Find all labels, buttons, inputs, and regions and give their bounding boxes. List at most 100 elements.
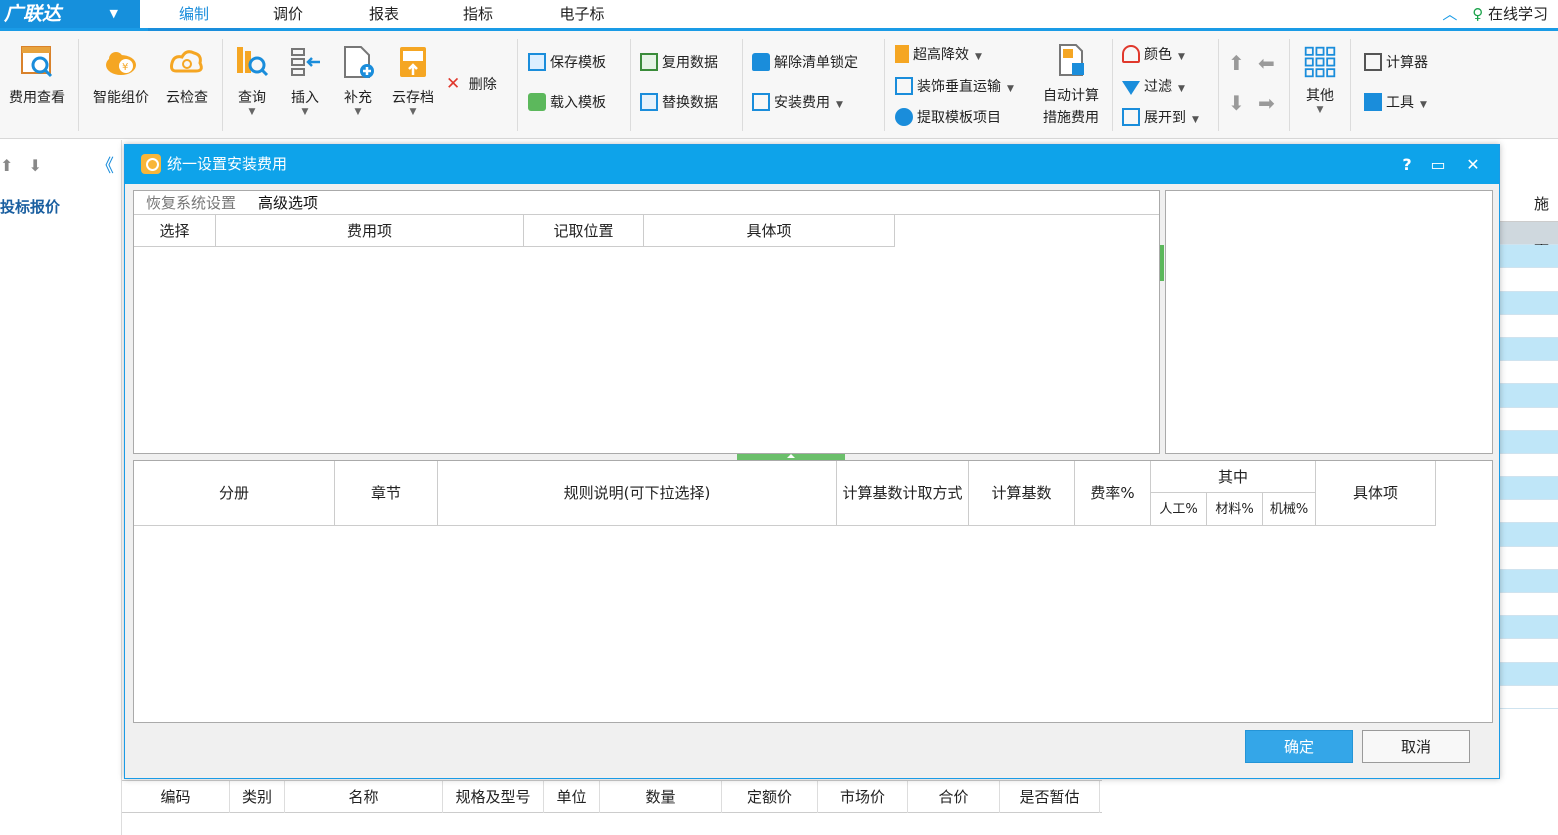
- cloud-archive-button[interactable]: 云存档 ▼: [388, 43, 438, 117]
- vertical-transport-button[interactable]: 装饰垂直运输 ▼: [895, 76, 1014, 98]
- unlock-list-button[interactable]: 解除清单锁定: [752, 52, 858, 74]
- chevron-up-icon[interactable]: ︿: [1442, 5, 1457, 23]
- ribbon-separator: [630, 39, 631, 131]
- column-fee-item[interactable]: 费用项: [216, 215, 524, 247]
- save-template-icon: [528, 53, 546, 71]
- extract-template-button[interactable]: 提取模板项目: [895, 107, 1001, 129]
- expand-to-button[interactable]: 展开到 ▼: [1122, 107, 1199, 129]
- arrow-right-icon[interactable]: ➡: [1258, 91, 1275, 115]
- ribbon-toolbar: 费用查看 ¥ 智能组价 云检查 查询 ▼ 插入 ▼ 补充 ▼ 云存档 ▼ ✕ 删…: [0, 31, 1558, 139]
- cancel-button[interactable]: 取消: [1362, 730, 1470, 763]
- maximize-icon[interactable]: ▭: [1426, 145, 1450, 184]
- online-learning[interactable]: ︿ ♀ 在线学习: [1442, 0, 1548, 28]
- other-button[interactable]: 其他 ▼: [1298, 45, 1342, 115]
- expand-tree-icon: [1122, 108, 1140, 126]
- column-labor[interactable]: 人工%: [1151, 493, 1207, 526]
- collapse-panel-icon[interactable]: 《: [96, 152, 114, 178]
- other-label: 其他: [1306, 88, 1334, 104]
- cloud-yuan-icon: ¥: [106, 52, 136, 75]
- chevron-down-icon: ▼: [1420, 100, 1427, 110]
- query-button[interactable]: 查询 ▼: [230, 43, 274, 117]
- auto-calc-measures-button[interactable]: 自动计算 措施费用: [1036, 41, 1106, 127]
- install-fee-button[interactable]: 安装费用 ▼: [752, 92, 843, 114]
- background-row: [1500, 453, 1558, 478]
- calculator-icon: [1364, 53, 1382, 71]
- calculator-button[interactable]: 计算器: [1364, 52, 1428, 74]
- confirm-button[interactable]: 确定: [1245, 730, 1353, 763]
- ribbon-separator: [517, 39, 518, 131]
- column-header[interactable]: 编码: [122, 781, 230, 813]
- insert-button[interactable]: 插入 ▼: [283, 43, 327, 117]
- vertical-splitter[interactable]: [1160, 245, 1164, 281]
- tab-adjust-price[interactable]: 调价: [250, 0, 326, 28]
- arrow-down-icon[interactable]: ⬇: [1228, 91, 1245, 115]
- column-record-position[interactable]: 记取位置: [524, 215, 644, 247]
- color-button[interactable]: 颜色 ▼: [1122, 44, 1185, 66]
- column-select[interactable]: 选择: [134, 215, 216, 247]
- save-template-button[interactable]: 保存模板: [528, 52, 606, 74]
- expand-to-label: 展开到: [1144, 110, 1186, 126]
- supplement-button[interactable]: 补充 ▼: [336, 43, 380, 117]
- move-down-icon[interactable]: ⬇: [29, 156, 42, 175]
- column-specific-item[interactable]: 具体项: [1316, 461, 1436, 526]
- dialog-title-bar[interactable]: 统一设置安装费用 ? ▭ ✕: [125, 145, 1499, 184]
- delete-button[interactable]: ✕ 删除: [446, 73, 497, 95]
- replace-data-button[interactable]: 替换数据: [640, 92, 718, 114]
- column-header[interactable]: 数量: [600, 781, 722, 813]
- material-table-header: 编码 类别 名称 规格及型号 单位 数量 定额价 市场价 合价 是否暂估: [122, 780, 1102, 813]
- cloud-check-button[interactable]: 云检查: [160, 43, 214, 107]
- tab-edit[interactable]: 编制: [148, 0, 240, 31]
- tab-advanced-options[interactable]: 高级选项: [258, 191, 318, 215]
- cloud-archive-icon: [400, 47, 426, 77]
- column-rate[interactable]: 费率%: [1075, 461, 1151, 526]
- move-up-icon[interactable]: ⬆: [0, 156, 13, 175]
- tab-indicators[interactable]: 指标: [440, 0, 516, 28]
- column-header[interactable]: 名称: [285, 781, 443, 813]
- column-machine[interactable]: 机械%: [1263, 493, 1316, 526]
- chevron-down-icon: ▼: [301, 107, 309, 117]
- column-header[interactable]: 单位: [544, 781, 600, 813]
- column-header[interactable]: 市场价: [818, 781, 908, 813]
- tab-restore-system-settings[interactable]: 恢复系统设置: [146, 191, 236, 215]
- column-header[interactable]: 合价: [908, 781, 1000, 813]
- color-label: 颜色: [1144, 47, 1172, 63]
- column-calc-base-method[interactable]: 计算基数计取方式: [837, 461, 969, 526]
- tab-reports[interactable]: 报表: [346, 0, 422, 28]
- background-row: [1500, 616, 1558, 640]
- column-header[interactable]: 规格及型号: [443, 781, 544, 813]
- column-header[interactable]: 是否暂估: [1000, 781, 1100, 813]
- extract-template-icon: [895, 108, 913, 126]
- tools-button[interactable]: 工具 ▼: [1364, 92, 1427, 114]
- tab-e-bid[interactable]: 电子标: [540, 0, 624, 28]
- arrow-up-icon[interactable]: ⬆: [1228, 51, 1245, 75]
- column-calc-base[interactable]: 计算基数: [969, 461, 1075, 526]
- chevron-down-icon: ▼: [409, 107, 417, 117]
- save-template-label: 保存模板: [550, 55, 606, 71]
- column-material[interactable]: 材料%: [1207, 493, 1263, 526]
- tree-root-bid-quote[interactable]: 投标报价: [0, 196, 60, 217]
- replace-data-label: 替换数据: [662, 95, 718, 111]
- high-rise-button[interactable]: 超高降效 ▼: [895, 44, 982, 66]
- app-brand-menu[interactable]: 广联达 ▼: [0, 0, 140, 28]
- left-navigation-panel: ⬆ ⬇ 《 投标报价: [0, 140, 122, 835]
- column-specific-item[interactable]: 具体项: [644, 215, 895, 247]
- column-volume[interactable]: 分册: [134, 461, 335, 526]
- add-document-icon: [344, 46, 374, 78]
- background-row: [1500, 639, 1558, 663]
- load-template-button[interactable]: 载入模板: [528, 92, 606, 114]
- close-icon[interactable]: ✕: [1461, 145, 1485, 184]
- column-header[interactable]: 定额价: [722, 781, 818, 813]
- filter-button[interactable]: 过滤 ▼: [1122, 76, 1185, 98]
- vertical-transport-icon: [895, 77, 913, 95]
- reuse-data-button[interactable]: 复用数据: [640, 52, 718, 74]
- column-chapter[interactable]: 章节: [335, 461, 438, 526]
- arrow-left-icon[interactable]: ⬅: [1258, 51, 1275, 75]
- auto-calc-label-line2: 措施费用: [1043, 110, 1099, 126]
- smart-price-button[interactable]: ¥ 智能组价: [88, 43, 154, 107]
- fee-view-button[interactable]: 费用查看: [4, 43, 70, 107]
- help-icon[interactable]: ?: [1395, 145, 1419, 184]
- column-header[interactable]: 类别: [230, 781, 285, 813]
- column-rule-description[interactable]: 规则说明(可下拉选择): [438, 461, 837, 526]
- cloud-check-label: 云检查: [166, 90, 208, 106]
- query-label: 查询: [238, 90, 266, 106]
